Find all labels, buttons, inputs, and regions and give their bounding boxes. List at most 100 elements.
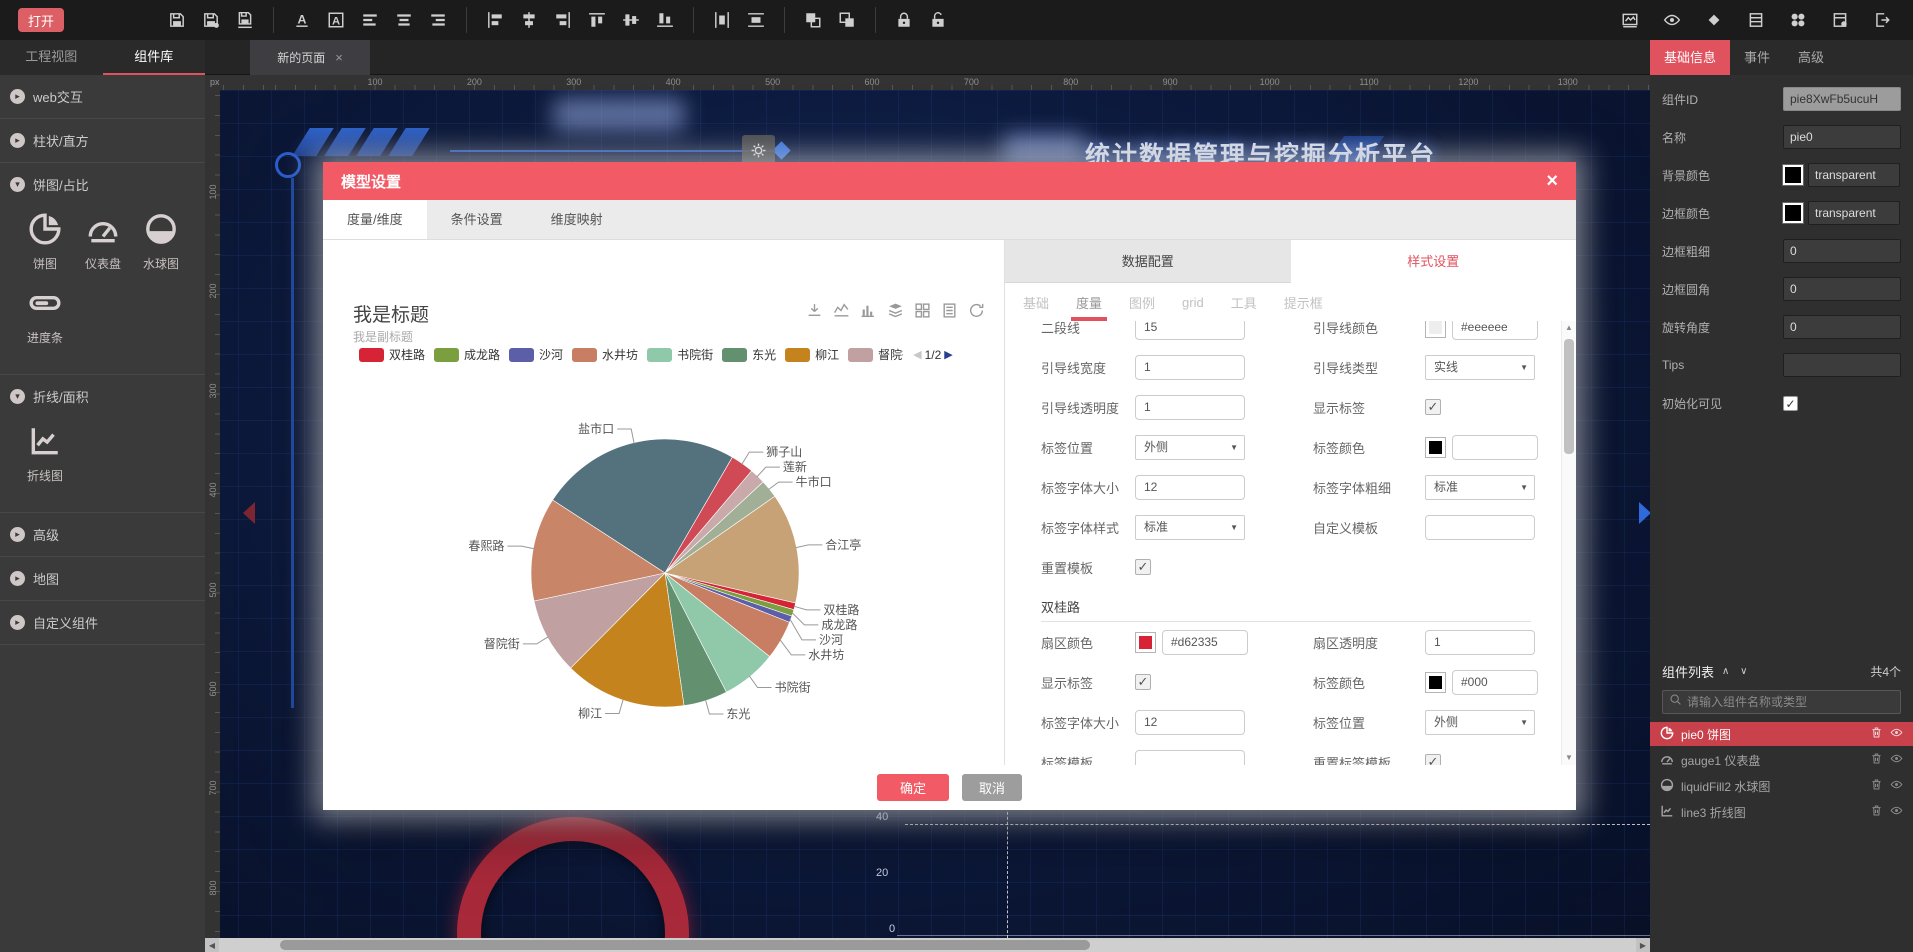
align-left-icon[interactable]: [484, 9, 506, 31]
property-checkbox[interactable]: ✓: [1783, 396, 1798, 411]
scrollbar-thumb[interactable]: [280, 940, 1090, 950]
align-right-icon[interactable]: [552, 9, 574, 31]
align-bottom-icon[interactable]: [654, 9, 676, 31]
close-icon[interactable]: ×: [1546, 170, 1558, 193]
text-align-center-icon[interactable]: [393, 9, 415, 31]
color-swatch[interactable]: [1783, 203, 1803, 223]
legend-prev-icon[interactable]: ◀: [913, 348, 921, 361]
data-view-icon[interactable]: [941, 302, 958, 324]
eye-icon[interactable]: [1890, 804, 1903, 820]
text-align-right-icon[interactable]: [427, 9, 449, 31]
field-select[interactable]: 外侧▼: [1425, 710, 1535, 735]
trash-icon[interactable]: [1870, 804, 1883, 820]
align-center-h-icon[interactable]: [518, 9, 540, 31]
eye-icon[interactable]: [1890, 726, 1903, 742]
bar-chart-icon[interactable]: [860, 302, 877, 324]
field-select[interactable]: 标准▼: [1425, 475, 1535, 500]
scroll-right-icon[interactable]: ▶: [1636, 938, 1650, 952]
line-chart-icon[interactable]: [833, 302, 850, 324]
scroll-down-icon[interactable]: ▼: [1562, 751, 1576, 765]
legend-item[interactable]: 书院街: [647, 346, 722, 363]
trash-icon[interactable]: [1870, 726, 1883, 742]
distribute-v-icon[interactable]: [745, 9, 767, 31]
legend-item[interactable]: 水井坊: [572, 346, 647, 363]
sidebar-section-toggle[interactable]: ▸柱状/直方: [0, 119, 205, 162]
subtab-tools[interactable]: 工具: [1231, 293, 1257, 312]
download-icon[interactable]: [806, 302, 823, 324]
field-select[interactable]: 外侧▼: [1135, 435, 1245, 460]
color-swatch[interactable]: [1425, 437, 1446, 458]
logout-icon[interactable]: [1871, 9, 1893, 31]
distribute-h-icon[interactable]: [711, 9, 733, 31]
sidebar-section-toggle[interactable]: ▾折线/面积: [0, 375, 205, 418]
field-input[interactable]: 1: [1425, 630, 1535, 655]
field-input[interactable]: 1: [1135, 355, 1245, 380]
sidebar-section-toggle[interactable]: ▾饼图/占比: [0, 163, 205, 206]
open-button[interactable]: 打开: [18, 8, 64, 32]
tiled-icon[interactable]: [914, 302, 931, 324]
field-checkbox[interactable]: ✓: [1135, 559, 1151, 575]
lock-icon[interactable]: [893, 9, 915, 31]
property-input[interactable]: [1783, 353, 1901, 377]
legend-item[interactable]: 柳江: [785, 346, 848, 363]
subtab-grid[interactable]: grid: [1182, 295, 1204, 310]
sidebar-section-toggle[interactable]: ▸高级: [0, 513, 205, 556]
component-item[interactable]: 仪表盘: [74, 212, 132, 272]
tab-component-library[interactable]: 组件库: [103, 40, 206, 75]
field-input[interactable]: #000: [1452, 670, 1538, 695]
tab-style-settings[interactable]: 样式设置: [1291, 240, 1577, 283]
field-input[interactable]: [1425, 515, 1535, 540]
subtab-legend[interactable]: 图例: [1129, 293, 1155, 312]
data-manage-icon[interactable]: [1829, 9, 1851, 31]
font-box-icon[interactable]: A: [325, 9, 347, 31]
cancel-button[interactable]: 取消: [962, 774, 1022, 801]
eye-icon[interactable]: [1890, 778, 1903, 794]
align-top-icon[interactable]: [586, 9, 608, 31]
field-input[interactable]: #eeeeee: [1452, 321, 1538, 340]
page-tab-close-icon[interactable]: ×: [335, 50, 343, 65]
property-input[interactable]: transparent: [1808, 201, 1900, 225]
property-input[interactable]: transparent: [1808, 163, 1900, 187]
color-swatch[interactable]: [1425, 321, 1446, 338]
eye-icon[interactable]: [1661, 9, 1683, 31]
bring-front-icon[interactable]: [802, 9, 824, 31]
send-back-icon[interactable]: [836, 9, 858, 31]
component-list-item[interactable]: pie0 饼图: [1650, 722, 1913, 746]
text-align-left-icon[interactable]: [359, 9, 381, 31]
component-item[interactable]: 进度条: [16, 286, 74, 346]
horizontal-scrollbar[interactable]: ◀ ▶: [205, 938, 1650, 952]
legend-item[interactable]: 成龙路: [434, 346, 509, 363]
scroll-left-icon[interactable]: ◀: [205, 938, 219, 952]
tab-dimension-mapping[interactable]: 维度映射: [527, 200, 627, 239]
legend-next-icon[interactable]: ▶: [944, 348, 952, 361]
field-input[interactable]: 1: [1135, 395, 1245, 420]
color-swatch[interactable]: [1425, 672, 1446, 693]
tab-project-view[interactable]: 工程视图: [0, 40, 103, 75]
collapse-left-arrow-icon[interactable]: [243, 502, 255, 524]
tab-advanced[interactable]: 高级: [1784, 40, 1838, 75]
color-swatch[interactable]: [1783, 165, 1803, 185]
color-swatch[interactable]: [1135, 632, 1156, 653]
sidebar-section-toggle[interactable]: ▸自定义组件: [0, 601, 205, 644]
sidebar-section-toggle[interactable]: ▸web交互: [0, 75, 205, 118]
components-icon[interactable]: [1787, 9, 1809, 31]
field-checkbox[interactable]: ✓: [1135, 674, 1151, 690]
component-item[interactable]: 饼图: [16, 212, 74, 272]
page-tab[interactable]: 新的页面 ×: [250, 40, 370, 75]
field-input[interactable]: [1452, 435, 1538, 460]
confirm-button[interactable]: 确定: [877, 774, 949, 801]
tab-data-config[interactable]: 数据配置: [1005, 240, 1291, 283]
preview-icon[interactable]: [1619, 9, 1641, 31]
trash-icon[interactable]: [1870, 778, 1883, 794]
database-icon[interactable]: [1745, 9, 1767, 31]
legend-item[interactable]: 双桂路: [359, 346, 434, 363]
form-scrollbar[interactable]: ▲ ▼: [1561, 321, 1576, 765]
legend-item[interactable]: 督院街: [848, 346, 912, 363]
field-checkbox[interactable]: ✓: [1425, 399, 1441, 415]
align-center-v-icon[interactable]: [620, 9, 642, 31]
field-select[interactable]: 标准▼: [1135, 515, 1245, 540]
field-checkbox[interactable]: ✓: [1425, 754, 1441, 765]
reorder-up-down-icons[interactable]: ∧ ∨: [1722, 666, 1751, 677]
tab-basic-info[interactable]: 基础信息: [1650, 40, 1730, 75]
legend-item[interactable]: 东光: [722, 346, 785, 363]
